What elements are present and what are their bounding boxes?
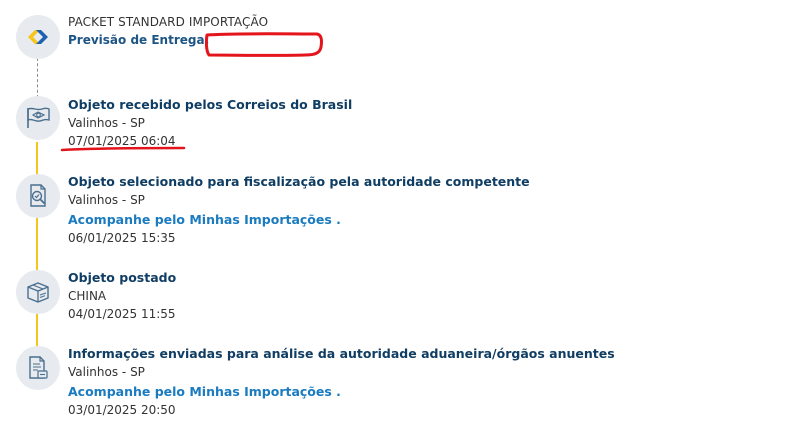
service-name: PACKET STANDARD IMPORTAÇÃO <box>68 15 269 29</box>
minhas-importacoes-link[interactable]: Acompanhe pelo Minhas Importações . <box>68 383 615 401</box>
timeline-event: Informações enviadas para análise da aut… <box>68 345 615 419</box>
event-title: Informações enviadas para análise da aut… <box>68 346 615 361</box>
correios-logo-icon <box>16 15 60 59</box>
event-title: Objeto selecionado para fiscalização pel… <box>68 174 530 189</box>
red-annotation-underline <box>60 146 186 152</box>
tracking-timeline: PACKET STANDARD IMPORTAÇÃO Previsão de E… <box>0 0 810 432</box>
timeline-connector <box>36 218 38 270</box>
event-location: Valinhos - SP <box>68 193 145 207</box>
timeline-event: Objeto recebido pelos Correios do Brasil… <box>68 96 352 150</box>
timeline-event: Objeto selecionado para fiscalização pel… <box>68 173 530 247</box>
timeline-connector <box>36 142 38 178</box>
event-location: Valinhos - SP <box>68 365 145 379</box>
minhas-importacoes-link[interactable]: Acompanhe pelo Minhas Importações . <box>68 211 530 229</box>
flag-icon <box>27 107 50 128</box>
event-datetime: 04/01/2025 11:55 <box>68 307 176 321</box>
event-datetime: 06/01/2025 15:35 <box>68 231 176 245</box>
timeline-connector <box>36 314 38 346</box>
event-title: Objeto postado <box>68 270 177 285</box>
event-title: Objeto recebido pelos Correios do Brasil <box>68 97 353 112</box>
timeline-event: Objeto postado CHINA 04/01/2025 11:55 <box>68 269 176 323</box>
event-datetime: 03/01/2025 20:50 <box>68 403 176 417</box>
event-icon-circle <box>16 346 60 390</box>
event-location: Valinhos - SP <box>68 116 145 130</box>
red-annotation-box <box>205 32 323 57</box>
timeline-dashed-connector <box>37 58 38 98</box>
inspection-icon <box>30 184 46 207</box>
package-icon <box>27 282 49 303</box>
event-icon-circle <box>16 174 60 218</box>
document-icon <box>29 356 48 379</box>
event-icon-circle <box>16 96 60 140</box>
event-icon-circle <box>16 270 60 314</box>
event-location: CHINA <box>68 289 107 303</box>
